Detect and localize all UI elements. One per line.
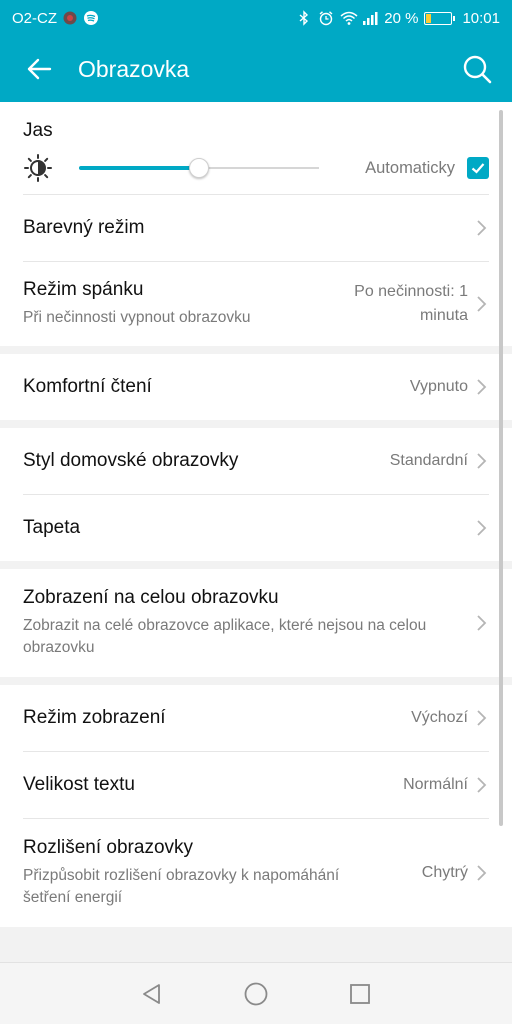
chevron-right-icon [477, 710, 487, 726]
setting-value-line: Po nečinnosti: 1 [354, 283, 468, 300]
setting-value: Po nečinnosti: 1 minuta [354, 280, 468, 328]
display-settings-card: Jas Automaticky Barevný režim Režim spán… [0, 102, 512, 346]
page-title: Obrazovka [78, 55, 190, 82]
setting-comfort-reading[interactable]: Komfortní čtení Vypnuto [0, 354, 512, 420]
square-recents-icon [350, 983, 370, 1004]
setting-home-style[interactable]: Styl domovské obrazovky Standardní [0, 428, 512, 494]
battery-percent-label: 20 % [384, 9, 419, 27]
setting-value: Výchozí [411, 709, 468, 726]
app-bar: Obrazovka [0, 36, 512, 102]
setting-resolution[interactable]: Rozlišení obrazovky Přizpůsobit rozlišen… [0, 819, 512, 927]
nav-home-button[interactable] [226, 969, 286, 1019]
checkmark-icon [471, 163, 485, 174]
chevron-right-icon [477, 777, 487, 793]
search-icon [463, 55, 492, 84]
setting-display-mode[interactable]: Režim zobrazení Výchozí [0, 685, 512, 751]
brightness-row: Automaticky [0, 142, 512, 194]
setting-title: Komfortní čtení [23, 376, 152, 397]
setting-fullscreen[interactable]: Zobrazení na celou obrazovku Zobrazit na… [0, 569, 512, 677]
fullscreen-card: Zobrazení na celou obrazovku Zobrazit na… [0, 569, 512, 677]
setting-title: Tapeta [23, 517, 81, 538]
bluetooth-icon [296, 10, 312, 26]
triangle-back-icon [143, 983, 160, 1004]
setting-title: Režim spánku [23, 279, 144, 300]
battery-icon [424, 11, 456, 25]
auto-brightness-label: Automaticky [365, 158, 455, 177]
setting-subtitle: Při nečinnosti vypnout obrazovku [23, 309, 251, 326]
brightness-slider[interactable] [79, 156, 319, 180]
setting-text-size[interactable]: Velikost textu Normální [0, 752, 512, 818]
setting-title: Barevný režim [23, 217, 145, 238]
slider-thumb[interactable] [189, 158, 209, 178]
text-display-card: Režim zobrazení Výchozí Velikost textu N… [0, 685, 512, 927]
arrow-left-icon [27, 58, 52, 80]
clock-label: 10:01 [462, 9, 500, 27]
settings-list[interactable]: Jas Automaticky Barevný režim Režim spán… [0, 102, 512, 962]
scrollbar[interactable] [499, 110, 503, 826]
navigation-bar [0, 962, 512, 1024]
setting-title: Velikost textu [23, 774, 135, 795]
chevron-right-icon [477, 220, 487, 236]
chevron-right-icon [477, 296, 487, 312]
alarm-icon [318, 10, 334, 26]
circle-home-icon [244, 982, 268, 1005]
setting-wallpaper[interactable]: Tapeta [0, 495, 512, 561]
section-gap [0, 561, 512, 569]
brightness-sun-icon [24, 154, 52, 182]
chevron-right-icon [477, 520, 487, 536]
nav-back-button[interactable] [122, 969, 182, 1019]
wifi-icon [340, 10, 358, 26]
setting-subtitle: Zobrazit na celé obrazovce aplikace, kte… [23, 617, 427, 656]
setting-value: Vypnuto [409, 378, 468, 395]
setting-sleep[interactable]: Režim spánku Při nečinnosti vypnout obra… [0, 262, 512, 346]
chevron-right-icon [477, 379, 487, 395]
setting-title: Rozlišení obrazovky [23, 837, 194, 858]
auto-brightness-checkbox[interactable] [467, 157, 489, 179]
status-bar: O2-CZ 20 % 10:01 [0, 0, 512, 36]
home-card: Styl domovské obrazovky Standardní Tapet… [0, 428, 512, 561]
chevron-right-icon [477, 615, 487, 631]
setting-value: Standardní [389, 452, 468, 469]
spotify-icon [83, 10, 99, 26]
chevron-right-icon [477, 453, 487, 469]
carrier-label: O2-CZ [12, 9, 57, 27]
setting-title: Zobrazení na celou obrazovku [23, 587, 279, 608]
back-button[interactable] [0, 36, 78, 102]
slider-active-track [79, 166, 199, 170]
app-notification-icon [62, 10, 78, 26]
search-button[interactable] [442, 36, 512, 102]
setting-value: Normální [403, 776, 468, 793]
section-gap [0, 677, 512, 685]
chevron-right-icon [477, 865, 487, 881]
setting-title: Styl domovské obrazovky [23, 450, 239, 471]
setting-value: Chytrý [421, 864, 468, 881]
brightness-title: Jas [23, 120, 53, 141]
setting-subtitle: Přizpůsobit rozlišení obrazovky k napomá… [23, 867, 340, 906]
comfort-card: Komfortní čtení Vypnuto [0, 354, 512, 420]
nav-recents-button[interactable] [330, 969, 390, 1019]
cellular-signal-icon [362, 10, 378, 26]
setting-color-mode[interactable]: Barevný režim [0, 195, 512, 261]
section-gap [0, 346, 512, 354]
setting-value-line: minuta [419, 307, 468, 324]
section-gap [0, 420, 512, 428]
setting-title: Režim zobrazení [23, 707, 166, 728]
